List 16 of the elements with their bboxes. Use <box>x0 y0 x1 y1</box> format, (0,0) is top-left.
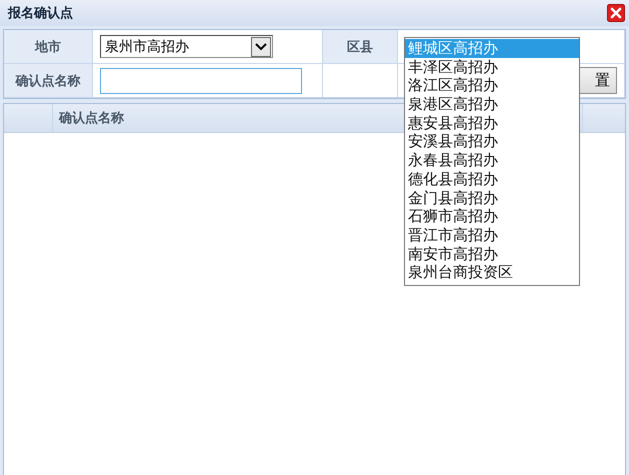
dropdown-option[interactable]: 晋江市高招办 <box>405 226 579 245</box>
dropdown-option[interactable]: 石狮市高招办 <box>405 207 579 226</box>
dropdown-option[interactable]: 惠安县高招办 <box>405 114 579 132</box>
city-select[interactable]: 泉州市高招办 <box>100 35 273 58</box>
close-icon[interactable] <box>607 4 625 22</box>
field-label: 地市 <box>4 30 93 64</box>
dropdown-option[interactable]: 德化县高招办 <box>405 170 579 188</box>
window-title: 报名确认点 <box>8 5 73 22</box>
dropdown-option[interactable]: 永春县高招办 <box>405 151 579 170</box>
dropdown-option[interactable]: 安溪县高招办 <box>405 132 579 152</box>
field-label: 确认点名称 <box>4 64 93 98</box>
dropdown-option[interactable]: 泉州台商投资区 <box>405 263 579 282</box>
field-label: 区县 <box>323 30 398 64</box>
name-input[interactable] <box>100 68 302 94</box>
dropdown-option[interactable]: 南安市高招办 <box>405 244 579 264</box>
dropdown-option[interactable]: 金门县高招办 <box>405 188 579 208</box>
